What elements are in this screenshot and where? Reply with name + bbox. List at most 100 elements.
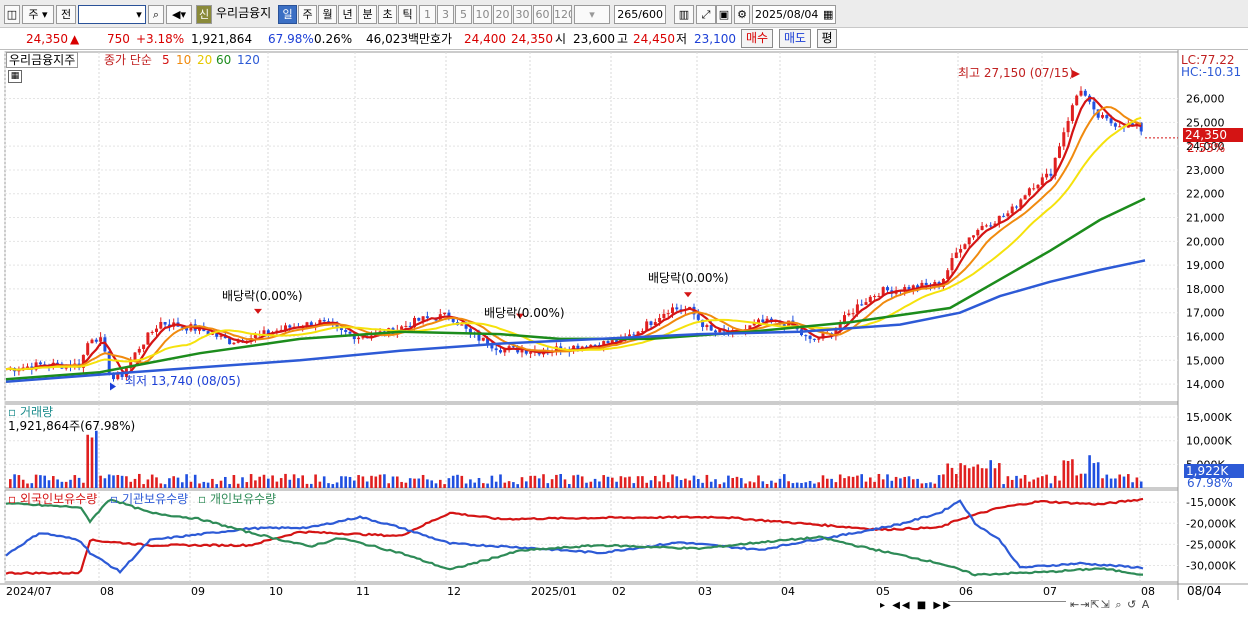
- price-candle: [980, 225, 984, 230]
- buy-button[interactable]: 매수: [741, 29, 773, 48]
- price-candle: [671, 307, 674, 314]
- volume-bar: [1084, 473, 1087, 488]
- interval-10[interactable]: 10: [473, 5, 492, 24]
- price-candle: [1027, 188, 1031, 196]
- volume-bar: [744, 483, 747, 488]
- price-candle: [1045, 173, 1049, 178]
- volume-bar: [589, 481, 593, 488]
- dividend-note: 배당락(0.00%): [222, 289, 303, 303]
- volume-bar: [1071, 459, 1074, 488]
- price-candle: [288, 325, 292, 328]
- period-second-tab[interactable]: 초: [378, 5, 397, 24]
- volume-bar: [791, 483, 795, 488]
- interval-30[interactable]: 30: [513, 5, 532, 24]
- volume-bar: [107, 474, 111, 488]
- period-year-tab[interactable]: 년: [338, 5, 357, 24]
- gear-icon[interactable]: ⚙: [734, 5, 750, 24]
- price-candle: [460, 324, 464, 326]
- price-candle: [142, 344, 146, 349]
- calendar-icon[interactable]: ▦: [823, 6, 835, 23]
- legend-institution: ▫ 기관보유수량: [110, 492, 189, 506]
- interval-20[interactable]: 20: [493, 5, 512, 24]
- price-candle: [155, 328, 158, 332]
- open-price: 23,600: [573, 32, 615, 46]
- evaluate-button[interactable]: 평: [817, 29, 837, 48]
- high-price: 24,450: [633, 32, 675, 46]
- volume-bar: [903, 476, 906, 488]
- period-week-tab[interactable]: 주: [298, 5, 317, 24]
- chart-canvas[interactable]: 2024/07 08 09 10 11 12 2025/01 02 03 04 05 06 07 08 26…: [0, 50, 1248, 621]
- period-month-tab[interactable]: 월: [318, 5, 337, 24]
- volume-bar: [529, 475, 532, 488]
- volume-bar: [1002, 484, 1005, 488]
- candle-icon[interactable]: ▥: [674, 5, 694, 24]
- interval-1[interactable]: 1: [419, 5, 436, 24]
- sin-badge: 신: [196, 5, 212, 24]
- period-tick-tab[interactable]: 틱: [398, 5, 417, 24]
- volume-bar: [13, 474, 16, 488]
- holdings-tick-label: -15,000K: [1186, 496, 1236, 509]
- zoom-slider[interactable]: [948, 601, 1066, 611]
- x-tick-label: 08: [1141, 585, 1155, 598]
- volume-bar: [701, 482, 704, 488]
- volume-bar: [580, 476, 584, 488]
- volume-bar: [572, 475, 575, 488]
- volume-bar: [838, 474, 842, 488]
- period-minute-tab[interactable]: 분: [358, 5, 377, 24]
- volume-bar: [365, 481, 369, 488]
- save-icon[interactable]: ▣: [716, 5, 732, 24]
- price-candle: [253, 334, 257, 338]
- volume-bar: [692, 475, 696, 488]
- volume-bar: [886, 474, 889, 488]
- x-tick-label: 05: [876, 585, 890, 598]
- interval-3[interactable]: 3: [437, 5, 454, 24]
- volume-bar: [1023, 474, 1027, 488]
- volume-bar: [262, 474, 266, 488]
- period-day-tab[interactable]: 일: [278, 5, 297, 24]
- interval-60[interactable]: 60: [533, 5, 552, 24]
- volume-bar: [318, 481, 322, 488]
- interval-120[interactable]: 120: [553, 5, 572, 24]
- volume-bar: [56, 479, 59, 488]
- market-select[interactable]: 주 ▾: [22, 5, 54, 24]
- volume-bar: [1058, 480, 1061, 488]
- volume-bar: [26, 483, 29, 488]
- search-icon[interactable]: ⌕: [148, 5, 164, 24]
- price-candle: [417, 317, 421, 321]
- x-tick-label: 09: [191, 585, 205, 598]
- date-input[interactable]: 2025/08/04 ▦: [752, 5, 836, 24]
- table-icon[interactable]: ▦: [8, 70, 22, 83]
- volume-bar: [142, 484, 145, 488]
- price-candle: [1040, 177, 1044, 185]
- layout-icon[interactable]: ◫: [4, 5, 20, 24]
- stock-code-input[interactable]: 316140 ▾: [78, 5, 146, 24]
- crosshair-icon[interactable]: ⤢: [696, 5, 716, 24]
- speaker-icon[interactable]: ◀▾: [166, 5, 192, 24]
- volume-bar: [718, 484, 722, 488]
- price-candle: [490, 345, 494, 349]
- volume-bar: [946, 463, 949, 488]
- count-input[interactable]: 265/600: [614, 5, 666, 24]
- x-tick-label: 03: [698, 585, 712, 598]
- volume-bar: [813, 483, 816, 488]
- volume-bar: [344, 476, 347, 488]
- tool-icons[interactable]: ⇤⇥⇱⇲ ⌕ ↺ A: [1070, 598, 1150, 612]
- volume-bar: [576, 474, 580, 488]
- interval-select[interactable]: ▾: [574, 5, 610, 24]
- volume-ratio: 67.98%: [268, 32, 314, 46]
- volume-bar: [499, 474, 502, 488]
- prev-button[interactable]: 전: [56, 5, 76, 24]
- volume-bar: [985, 468, 988, 488]
- price-candle: [873, 296, 877, 298]
- volume-bar: [873, 481, 876, 488]
- volume-bar: [752, 482, 756, 488]
- chart-area[interactable]: 2024/07 08 09 10 11 12 2025/01 02 03 04 05 06 07 08 26…: [0, 50, 1248, 621]
- min-price-note: 최저 13,740 (08/05): [125, 374, 241, 388]
- nav-controls[interactable]: ▸ ◀◀ ■ ▶▶: [880, 599, 953, 613]
- volume-bar: [215, 484, 218, 488]
- interval-5[interactable]: 5: [455, 5, 472, 24]
- sell-button[interactable]: 매도: [779, 29, 811, 48]
- volume-bar: [1088, 455, 1091, 488]
- price-candle: [989, 225, 993, 227]
- price-candle: [494, 348, 498, 351]
